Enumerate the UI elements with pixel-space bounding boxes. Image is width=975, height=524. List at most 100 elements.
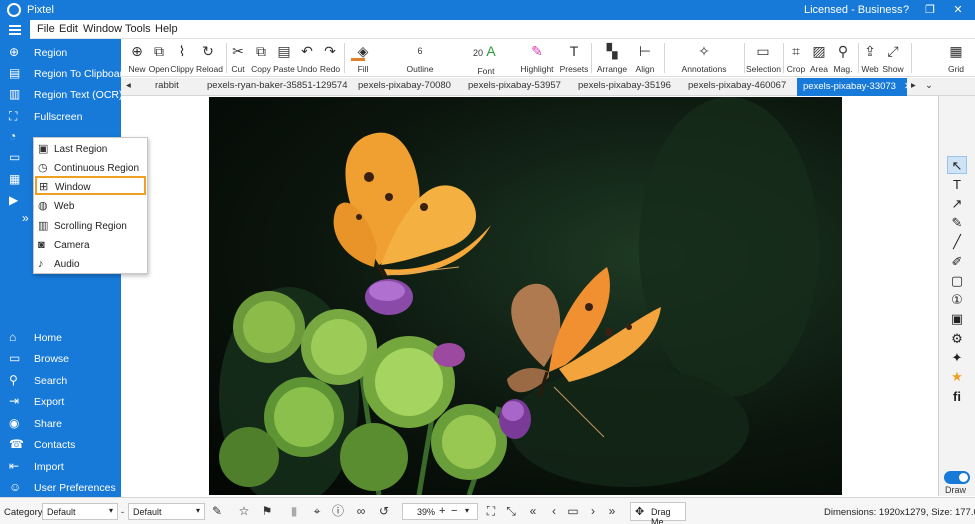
cut-button[interactable]: ✂ Cut (228, 41, 248, 75)
sidebar-item-contacts[interactable]: ☎ Contacts (0, 435, 121, 455)
zoom-out-icon[interactable]: − (451, 505, 457, 517)
zoom-control[interactable]: 39% + − ▾ (402, 503, 478, 520)
flag-icon[interactable]: ⚑ (260, 504, 274, 518)
text-tool-icon[interactable]: T (947, 176, 967, 194)
pen-tool-icon[interactable]: ✎ (947, 214, 967, 232)
tab-pexels-pixabay-460067[interactable]: pexels-pixabay-460067 (688, 80, 786, 91)
cut-label: Cut (231, 64, 245, 74)
open-button[interactable]: ⧉ Open (147, 41, 171, 75)
actual-size-icon[interactable]: ⤡ (504, 504, 518, 518)
show-button[interactable]: ⤢ Show (882, 41, 904, 75)
tab-pexels-pixabay-33073[interactable]: pexels-pixabay-33073 ✕ (797, 78, 912, 96)
tab-scroll-left[interactable]: ◂ (126, 80, 131, 91)
sidebar-item-region-to-clipboard[interactable]: ▤ Region To Clipboard (0, 64, 129, 84)
annotations-button[interactable]: ✧ Annotations (681, 41, 727, 75)
menu-item-window[interactable]: ⊞ Window (35, 176, 146, 195)
sidebar-item-search[interactable]: ⚲ Search (0, 371, 121, 391)
pointer-icon[interactable]: ↖ (947, 156, 967, 174)
copy-button[interactable]: ⧉ Copy (250, 41, 272, 75)
last-image-icon[interactable]: » (605, 504, 619, 518)
sidebar-item-import[interactable]: ⇤ Import (0, 457, 121, 477)
outline-button[interactable]: 6 Outline (383, 41, 457, 75)
tab-list-menu[interactable]: ⌄ (925, 80, 933, 91)
sidebar-item-export[interactable]: ⇥ Export (0, 392, 121, 412)
menu-item-last-region[interactable]: ▣ Last Region (34, 140, 147, 159)
fit-to-window-icon[interactable]: ⛶ (484, 504, 498, 518)
new-button[interactable]: ⊕ New (125, 41, 149, 75)
grid-button[interactable]: ▦ Grid (945, 41, 967, 75)
chevron-down-icon[interactable]: ▾ (465, 506, 469, 515)
area-button[interactable]: ▨ Area (808, 41, 830, 75)
tab-pexels-ryan-baker[interactable]: pexels-ryan-baker-35851-129574 (207, 80, 347, 91)
draw-toggle[interactable] (944, 471, 970, 484)
sidebar-item-home[interactable]: ⌂ Home (0, 328, 121, 348)
sidebar-item-region-text-ocr[interactable]: ▥ Region Text (OCR) (0, 85, 123, 105)
sidebar-item-browse[interactable]: ▭ Browse (0, 349, 121, 369)
info-icon[interactable]: ⓘ (331, 504, 345, 518)
history-icon[interactable]: ↺ (377, 504, 391, 518)
menu-item-camera[interactable]: ◙ Camera (34, 236, 147, 255)
step-number-icon[interactable]: ① (947, 291, 967, 309)
fill-button[interactable]: ◈ Fill (346, 41, 380, 75)
paste-button[interactable]: ▤ Paste (273, 41, 295, 75)
arrow-tool-icon[interactable]: ↗ (947, 195, 967, 213)
bookmark-icon[interactable]: ▮ (287, 504, 301, 518)
drag-me-button[interactable]: ✥ Drag Me (630, 502, 686, 524)
edit-tags-icon[interactable]: ✎ (210, 504, 224, 518)
selection-button[interactable]: ▭ Selection (746, 41, 781, 75)
close-window-button[interactable]: ✕ (950, 2, 966, 18)
menu-item-scrolling-region[interactable]: ▥ Scrolling Region (34, 217, 147, 236)
image-canvas[interactable] (121, 96, 938, 496)
sticker-icon[interactable]: ▣ (947, 310, 967, 328)
maximize-button[interactable]: ❐ (922, 2, 938, 18)
stamp-icon[interactable]: ⚙ (947, 330, 967, 348)
clippy-button[interactable]: ⌇ Clippy (170, 41, 194, 75)
sidebar-item-share[interactable]: ◉ Share (0, 414, 121, 434)
undo-button[interactable]: ↶ Undo (296, 41, 318, 75)
tab-pexels-pixabay-53957[interactable]: pexels-pixabay-53957 (468, 80, 561, 91)
next-image-icon[interactable]: › (586, 504, 600, 518)
hamburger-menu-icon[interactable] (0, 20, 30, 39)
sidebar-item-user-preferences[interactable]: ☺ User Preferences (0, 478, 121, 498)
preset-select[interactable]: Default ▾ (128, 503, 205, 520)
sidebar-item-fullscreen[interactable]: ⛶ Fullscreen (0, 107, 121, 127)
tab-scroll-right[interactable]: ▸ (911, 80, 916, 91)
align-button[interactable]: ⊢ Align (629, 41, 661, 75)
sparkle-icon[interactable]: ✦ (947, 349, 967, 367)
menu-help[interactable]: Help (155, 23, 178, 35)
arrange-button[interactable]: ▚ Arrange (595, 41, 629, 75)
web-button[interactable]: ⇪ Web (859, 41, 881, 75)
menu-window[interactable]: Window (83, 23, 122, 35)
menu-file[interactable]: File (37, 23, 55, 35)
previous-image-icon[interactable]: ‹ (547, 504, 561, 518)
tab-rabbit[interactable]: rabbit (155, 80, 179, 91)
fi-ligature-icon[interactable]: fi (947, 388, 967, 406)
note-tool-icon[interactable]: ▢ (947, 272, 967, 290)
slideshow-icon[interactable]: ▭ (566, 504, 580, 518)
butterfly-upper (333, 132, 491, 278)
tag-icon[interactable]: ⌖ (310, 504, 324, 518)
menu-item-audio[interactable]: ♪ Audio (34, 255, 147, 274)
tab-pexels-pixabay-35196[interactable]: pexels-pixabay-35196 (578, 80, 671, 91)
menu-edit[interactable]: Edit (59, 23, 78, 35)
first-image-icon[interactable]: « (526, 504, 540, 518)
highlight-button[interactable]: ✎ Highlight (519, 41, 555, 75)
link-icon[interactable]: ∞ (354, 504, 368, 518)
star-icon[interactable]: ★ (947, 368, 967, 386)
font-button[interactable]: 20 A Font (451, 41, 521, 76)
reload-button[interactable]: ↻ Reload (196, 41, 223, 75)
crop-button[interactable]: ⌗ Crop (785, 41, 807, 75)
marker-tool-icon[interactable]: ✐ (947, 253, 967, 271)
menu-tools[interactable]: Tools (125, 23, 151, 35)
tab-pexels-pixabay-70080[interactable]: pexels-pixabay-70080 (358, 80, 451, 91)
zoom-in-icon[interactable]: + (439, 505, 445, 517)
redo-button[interactable]: ↷ Redo (319, 41, 341, 75)
line-tool-icon[interactable]: ╱ (947, 233, 967, 251)
magnifier-button[interactable]: ⚲ Mag. (831, 41, 855, 75)
sidebar-item-region[interactable]: ⊕ Region (0, 43, 121, 63)
help-button[interactable]: ? (898, 2, 914, 18)
star-rating-icon[interactable]: ☆ (237, 504, 251, 518)
menu-item-web[interactable]: ◍ Web (34, 197, 147, 216)
category-select[interactable]: Default ▾ (42, 503, 118, 520)
presets-button[interactable]: T Presets (558, 41, 590, 75)
